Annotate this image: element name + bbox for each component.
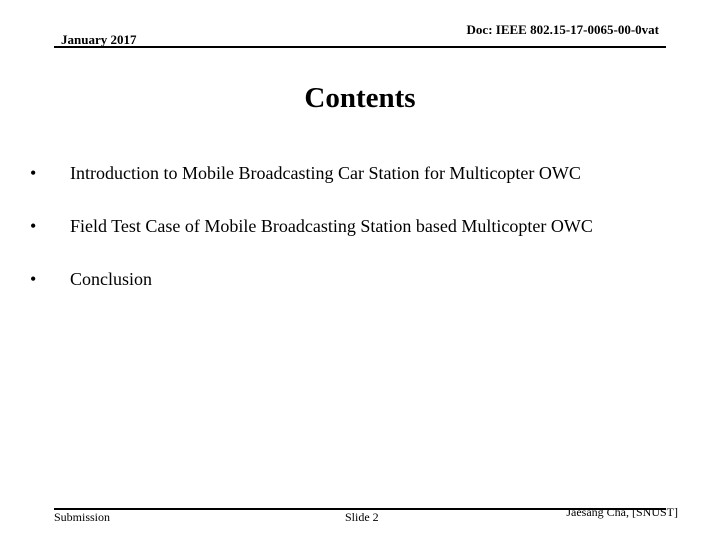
header-divider: [54, 46, 666, 48]
header-date: January 2017: [61, 32, 137, 47]
list-item-text: Field Test Case of Mobile Broadcasting S…: [70, 216, 593, 236]
bullet-icon: •: [30, 216, 37, 236]
footer-slide-number: Slide 2: [345, 510, 379, 524]
list-item-text: Introduction to Mobile Broadcasting Car …: [70, 163, 581, 183]
bullet-icon: •: [30, 269, 37, 289]
footer-author: Jaesang Cha, [SNUST]: [566, 505, 678, 519]
slide: January 2017 Doc: IEEE 802.15-17-0065-00…: [0, 0, 720, 540]
list-item-text: Conclusion: [70, 269, 153, 289]
bullet-icon: •: [30, 163, 37, 183]
header-doc-id: Doc: IEEE 802.15-17-0065-00-0vat: [466, 22, 659, 37]
slide-title: Contents: [304, 82, 416, 114]
footer-submission: Submission: [54, 510, 111, 524]
